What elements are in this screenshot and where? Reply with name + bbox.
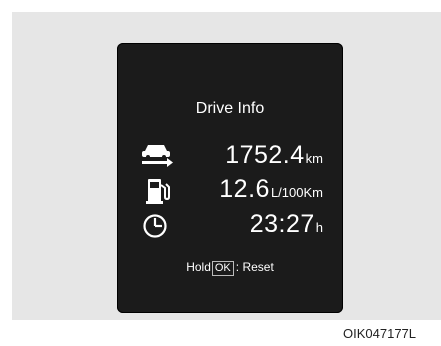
cluster-display: Drive Info 1752.4km 12.6L/100Km 23:27h H… (117, 43, 343, 313)
fuel-economy-number: 12.6 (219, 175, 270, 203)
clock-icon (143, 214, 167, 238)
reset-hint: Hold OK: Reset (117, 260, 343, 276)
ok-key-badge: OK (211, 261, 234, 276)
drive-time-number: 23:27 (249, 210, 315, 238)
drive-time-value: 23:27h (250, 210, 323, 239)
hold-label: Hold (186, 260, 211, 274)
figure-code: OIK047177L (343, 326, 417, 341)
screen-title: Drive Info (195, 100, 265, 117)
reset-label: : Reset (235, 260, 274, 274)
drive-time-row: 23:27h (117, 210, 343, 241)
distance-unit: km (305, 151, 323, 166)
car-distance-icon (142, 145, 173, 167)
distance-value: 1752.4km (225, 141, 323, 170)
drive-time-unit: h (315, 220, 323, 235)
fuel-economy-row: 12.6L/100Km (117, 175, 343, 206)
distance-row: 1752.4km (117, 141, 343, 172)
fuel-pump-icon (146, 179, 170, 204)
fuel-economy-value: 12.6L/100Km (219, 175, 323, 204)
fuel-economy-unit: L/100Km (270, 185, 323, 200)
distance-number: 1752.4 (225, 141, 305, 169)
